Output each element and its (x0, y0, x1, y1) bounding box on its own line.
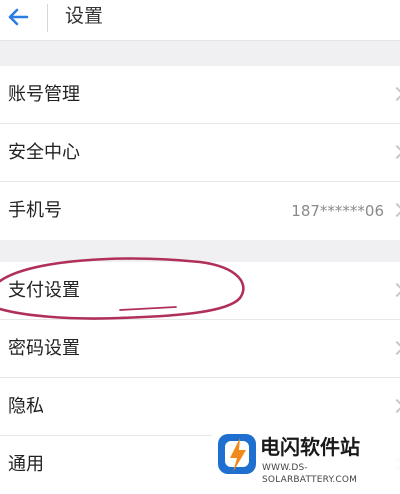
row-label: 隐私 (8, 396, 44, 417)
site-logo-icon (218, 434, 256, 474)
security-center-row[interactable]: 安全中心 (0, 124, 400, 182)
account-settings-list: 账号管理 安全中心 手机号 187******06 (0, 66, 400, 240)
row-label: 手机号 (8, 200, 62, 221)
chevron-right-icon (389, 86, 400, 102)
row-label: 通用 (8, 454, 44, 475)
chevron-right-icon (389, 144, 400, 160)
chevron-right-icon (389, 398, 400, 414)
site-watermark: 电闪软件站 WWW.DS-SOLARBATTERY.COM (212, 430, 400, 485)
arrow-left-icon (8, 8, 29, 26)
account-management-row[interactable]: 账号管理 (0, 66, 400, 124)
watermark-site-name: 电闪软件站 (260, 435, 360, 459)
row-label: 安全中心 (8, 142, 80, 163)
payment-settings-row[interactable]: 支付设置 (0, 262, 400, 320)
chevron-right-icon (389, 340, 400, 356)
phone-number-value: 187******06 (291, 202, 384, 220)
chevron-right-icon (389, 282, 400, 298)
phone-number-row[interactable]: 手机号 187******06 (0, 182, 400, 240)
watermark-site-url: WWW.DS-SOLARBATTERY.COM (262, 463, 358, 485)
privacy-row[interactable]: 隐私 (0, 378, 400, 436)
chevron-right-icon (389, 202, 400, 218)
row-label: 账号管理 (8, 84, 80, 105)
header-divider (47, 4, 48, 32)
password-settings-row[interactable]: 密码设置 (0, 320, 400, 378)
back-button[interactable] (0, 0, 42, 34)
page-title: 设置 (65, 5, 104, 27)
row-label: 支付设置 (8, 280, 80, 301)
top-bar: 设置 (0, 0, 400, 41)
row-label: 密码设置 (8, 338, 80, 359)
